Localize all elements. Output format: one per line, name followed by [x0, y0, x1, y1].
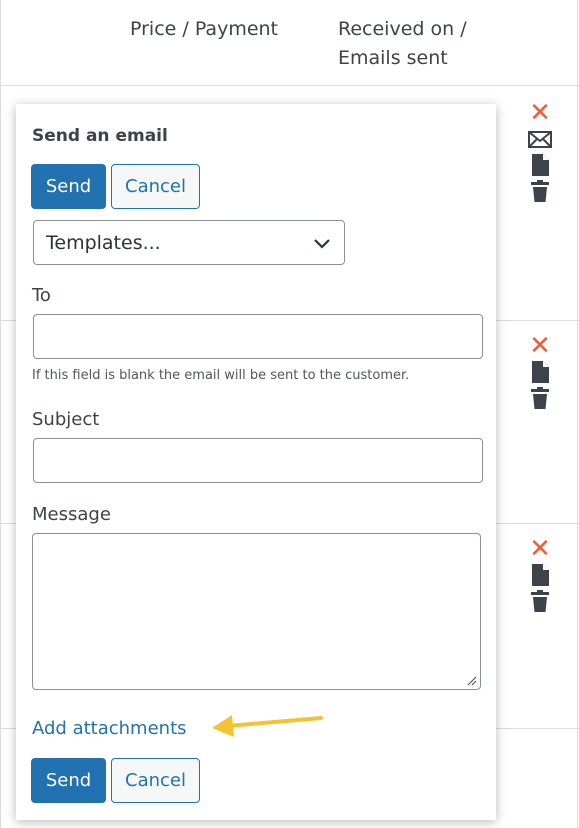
- send-email-popup: Send an email Send Cancel Templates... T…: [16, 104, 496, 820]
- message-field[interactable]: [32, 533, 481, 690]
- close-icon[interactable]: ✕: [528, 536, 552, 562]
- table-border: [0, 0, 1, 828]
- close-icon[interactable]: ✕: [528, 100, 552, 126]
- send-button[interactable]: Send: [31, 164, 106, 209]
- message-label: Message: [32, 504, 111, 525]
- resize-handle-icon[interactable]: [467, 676, 477, 686]
- envelope-icon[interactable]: [528, 127, 552, 151]
- subject-label: Subject: [32, 409, 100, 430]
- row-actions: ✕: [528, 536, 554, 615]
- subject-field[interactable]: [33, 438, 483, 483]
- column-header-received-label: Received on / Emails sent: [338, 18, 467, 69]
- column-header-price-payment: Price / Payment: [130, 18, 279, 40]
- to-hint: If this field is blank the email will be…: [32, 368, 410, 383]
- close-icon[interactable]: ✕: [528, 333, 552, 359]
- row-actions: ✕: [528, 333, 554, 412]
- document-icon[interactable]: [528, 153, 552, 177]
- document-icon[interactable]: [528, 563, 552, 587]
- table-divider: [0, 85, 579, 86]
- orders-page: Price / Payment Received on / Emails sent…: [0, 0, 579, 828]
- to-label: To: [32, 285, 51, 306]
- trash-icon[interactable]: [528, 589, 552, 613]
- table-border: [577, 0, 578, 828]
- chevron-down-icon: [314, 239, 330, 249]
- add-attachments-link[interactable]: Add attachments: [32, 718, 187, 739]
- templates-select[interactable]: Templates...: [33, 220, 345, 265]
- annotation-arrow-icon: [212, 715, 323, 737]
- row-actions: ✕: [528, 100, 554, 205]
- templates-select-value: Templates...: [46, 231, 161, 254]
- cancel-button-bottom[interactable]: Cancel: [111, 758, 200, 803]
- trash-icon[interactable]: [528, 386, 552, 410]
- popup-title: Send an email: [32, 126, 168, 146]
- to-field[interactable]: [33, 314, 483, 359]
- column-header-received-emails: Received on / Emails sent: [338, 15, 538, 73]
- cancel-button[interactable]: Cancel: [111, 164, 200, 209]
- trash-icon[interactable]: [528, 179, 552, 203]
- send-button-bottom[interactable]: Send: [31, 758, 106, 803]
- document-icon[interactable]: [528, 360, 552, 384]
